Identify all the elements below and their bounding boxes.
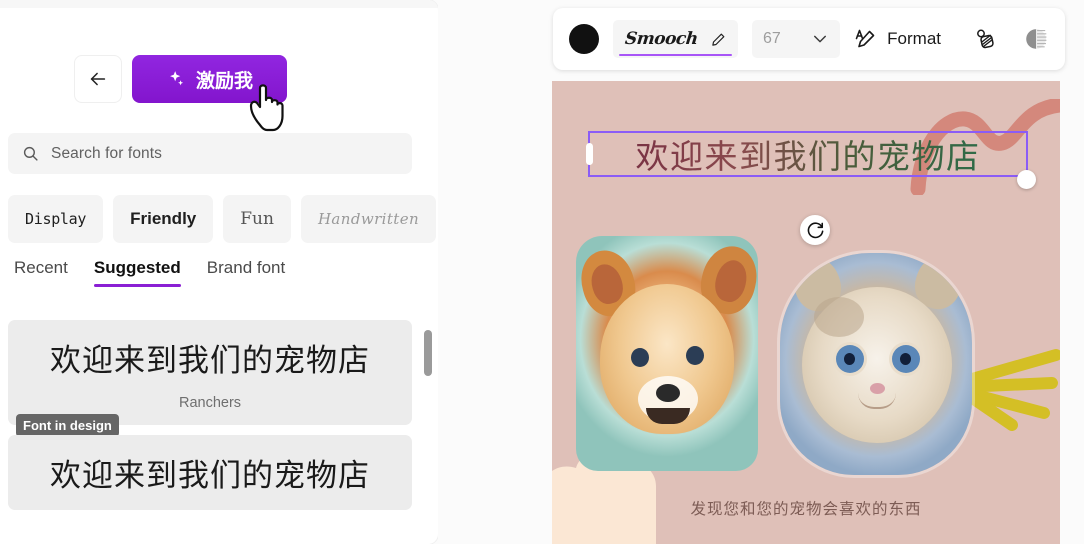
chevron-down-icon <box>814 35 827 43</box>
selection-handle-left[interactable] <box>586 143 593 165</box>
chip-display-label: Display <box>25 210 87 228</box>
text-color-swatch[interactable] <box>569 24 599 54</box>
tab-brand-font-label: Brand font <box>206 258 286 277</box>
effects-button[interactable] <box>973 27 997 51</box>
app-root: 激励我 Search for fonts Display Friendly Fu… <box>0 0 1084 544</box>
font-family-selector[interactable]: Smooch <box>613 20 738 58</box>
font-category-chips: Display Friendly Fun Handwritten Mo <box>8 194 438 244</box>
puppy-photo[interactable] <box>576 236 758 471</box>
panel-scrollbar[interactable] <box>424 330 432 376</box>
search-input[interactable]: Search for fonts <box>8 133 412 174</box>
panel-header: 激励我 <box>74 55 287 103</box>
font-list: 欢迎来到我们的宠物店 Ranchers Font in design 欢迎来到我… <box>8 320 430 520</box>
arrow-left-icon <box>90 72 106 86</box>
design-canvas[interactable]: 欢迎来到我们的宠物店 发现您和您的宠物会喜欢的东西 <box>552 81 1060 544</box>
back-button[interactable] <box>74 55 122 103</box>
chip-fun-label: Fun <box>240 209 274 229</box>
transparency-icon[interactable] <box>1023 26 1049 52</box>
font-size-value: 67 <box>763 30 781 47</box>
font-size-selector[interactable]: 67 <box>752 20 841 58</box>
chip-friendly-label: Friendly <box>130 209 197 228</box>
canvas-subtitle-text: 发现您和您的宠物会喜欢的东西 <box>690 501 922 518</box>
font-sample-text: 欢迎来到我们的宠物店 <box>50 343 370 378</box>
pencil-icon <box>712 33 725 46</box>
inspire-me-button[interactable]: 激励我 <box>132 55 287 103</box>
kitten-photo[interactable] <box>780 253 972 475</box>
font-list-item[interactable]: 欢迎来到我们的宠物店 <box>8 434 412 510</box>
font-panel: 激励我 Search for fonts Display Friendly Fu… <box>0 0 438 544</box>
sparkle-icon <box>170 71 184 86</box>
format-button[interactable]: Format <box>854 27 941 51</box>
chip-fun[interactable]: Fun <box>223 195 291 243</box>
chip-friendly[interactable]: Friendly <box>113 195 214 243</box>
rotate-icon <box>807 221 823 238</box>
rotate-handle[interactable] <box>800 215 830 245</box>
selection-handle-bottom-right[interactable] <box>1017 170 1036 189</box>
canvas-title-text: 欢迎来到我们的宠物店 <box>636 130 981 178</box>
image-effects-icon <box>977 29 994 49</box>
font-in-design-badge: Font in design <box>16 413 119 437</box>
search-icon <box>23 146 38 161</box>
tab-recent-label: Recent <box>14 258 68 277</box>
format-label: Format <box>887 29 941 48</box>
font-list-item[interactable]: 欢迎来到我们的宠物店 Ranchers Font in design <box>8 320 412 437</box>
tab-suggested[interactable]: Suggested <box>93 258 181 287</box>
inspire-me-label: 激励我 <box>195 70 253 92</box>
tab-recent[interactable]: Recent <box>14 258 68 287</box>
tab-suggested-label: Suggested <box>93 258 181 277</box>
tab-brand-font[interactable]: Brand font <box>207 258 285 287</box>
font-name-label: Ranchers <box>178 394 242 411</box>
chip-handwritten-label: Handwritten <box>317 210 420 228</box>
editor-area: Smooch 67 Format 欢迎来到我们的宠物店 发现您和您的宠物会喜欢的… <box>438 0 1084 544</box>
font-source-tabs: Recent Suggested Brand font <box>14 258 285 287</box>
chip-handwritten[interactable]: Handwritten <box>300 195 437 243</box>
font-sample-text: 欢迎来到我们的宠物店 <box>50 457 370 494</box>
text-toolbar: Smooch 67 Format <box>553 8 1065 70</box>
font-family-value: Smooch <box>623 29 699 49</box>
canvas-title-selection[interactable]: 欢迎来到我们的宠物店 <box>586 130 1036 189</box>
chip-display[interactable]: Display <box>8 195 104 243</box>
text-effects-icon <box>855 29 875 48</box>
panel-top-strip <box>0 0 438 8</box>
search-placeholder: Search for fonts <box>51 144 163 162</box>
